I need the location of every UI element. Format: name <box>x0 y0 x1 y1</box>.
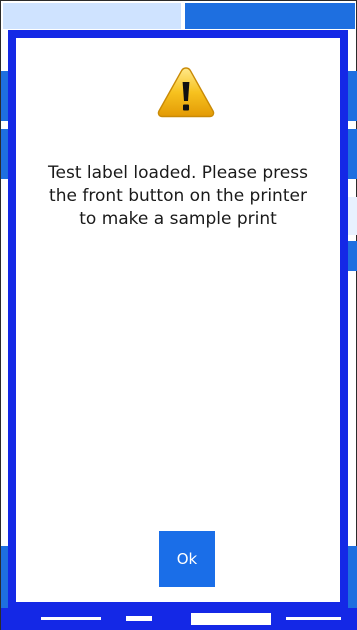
ok-button[interactable]: Ok <box>159 531 215 587</box>
background-divider <box>126 616 152 621</box>
background-tile <box>348 197 357 235</box>
background-tile <box>348 241 357 271</box>
background-tile <box>3 3 181 29</box>
background-divider <box>41 617 101 620</box>
alert-message: Test label loaded. Please press the fron… <box>16 162 340 231</box>
alert-message-line: Test label loaded. Please press <box>48 163 308 183</box>
background-divider <box>191 613 271 625</box>
alert-dialog: Test label loaded. Please press the fron… <box>8 30 348 610</box>
background-tile <box>185 3 355 29</box>
warning-icon <box>157 66 215 118</box>
background-tile <box>348 71 357 121</box>
background-divider <box>286 617 341 620</box>
background-tile <box>348 129 357 179</box>
alert-message-line: to make a sample print <box>79 209 277 229</box>
alert-message-line: the front button on the printer <box>49 186 307 206</box>
